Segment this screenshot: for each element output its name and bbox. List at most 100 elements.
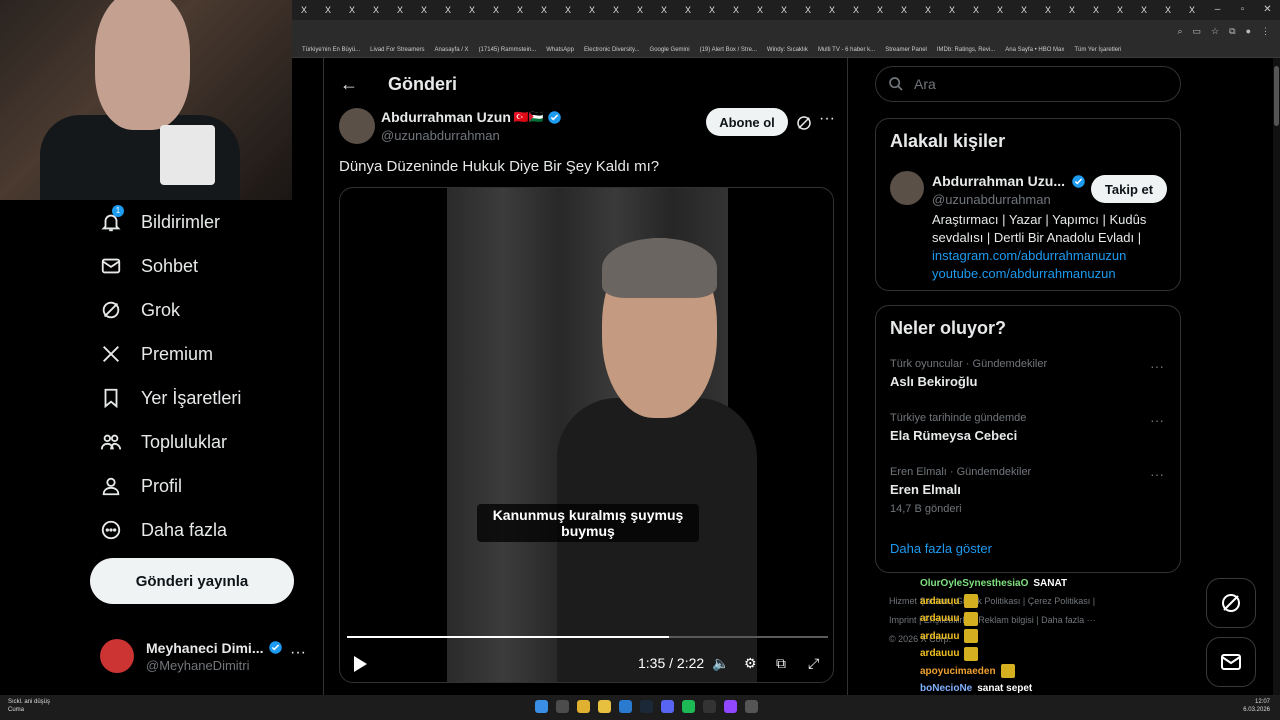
nav-communities[interactable]: Topluluklar: [90, 420, 310, 464]
bookmark-item[interactable]: Ana Sayfa • HBO Max: [1005, 47, 1064, 53]
app-icon[interactable]: [724, 700, 737, 713]
nav-notifications[interactable]: 1 Bildirimler: [90, 200, 310, 244]
footer-imprint[interactable]: Imprint: [889, 615, 917, 625]
bookmark-item[interactable]: Google Gemini: [650, 47, 690, 53]
bookmark-item[interactable]: (19) Alert Box / Stre...: [700, 47, 757, 53]
page-scrollbar[interactable]: [1273, 58, 1280, 695]
related-avatar[interactable]: [890, 171, 924, 205]
browser-tab[interactable]: X: [532, 0, 556, 20]
browser-tab[interactable]: X: [1180, 0, 1204, 20]
folder-icon[interactable]: [598, 700, 611, 713]
steam-icon[interactable]: [640, 700, 653, 713]
browser-tab[interactable]: X: [580, 0, 604, 20]
profile-icon[interactable]: ●: [1246, 26, 1251, 36]
browser-tab[interactable]: X: [436, 0, 460, 20]
browser-tab[interactable]: X: [1036, 0, 1060, 20]
start-icon[interactable]: [535, 700, 548, 713]
bookmark-item[interactable]: Windy: Sıcaklık: [767, 47, 808, 53]
pip-icon[interactable]: ⧉: [776, 655, 786, 672]
show-more-link[interactable]: Daha fazla göster: [890, 541, 992, 556]
close-icon[interactable]: ✕: [1255, 0, 1280, 20]
spotify-icon[interactable]: [682, 700, 695, 713]
zoom-icon[interactable]: ⌕: [1177, 26, 1182, 37]
account-more-icon[interactable]: ···: [290, 644, 306, 662]
browser-tab[interactable]: X: [316, 0, 340, 20]
nav-bookmarks[interactable]: Yer İşaretleri: [90, 376, 310, 420]
video-progress-bar[interactable]: [347, 636, 828, 638]
browser-tab[interactable]: X: [460, 0, 484, 20]
discord-icon[interactable]: [661, 700, 674, 713]
browser-tab[interactable]: X: [676, 0, 700, 20]
browser-tab[interactable]: X: [556, 0, 580, 20]
browser-tab[interactable]: X: [484, 0, 508, 20]
chrome-icon[interactable]: [577, 700, 590, 713]
author-handle[interactable]: @uzunabdurrahman: [381, 128, 500, 143]
trend-item[interactable]: Eren Elmalı · Gündemdekiler Eren Elmalı …: [890, 466, 1170, 515]
bookmark-star-icon[interactable]: ☆: [1211, 26, 1219, 37]
extensions-icon[interactable]: ⧉: [1229, 26, 1235, 37]
browser-tab[interactable]: X: [292, 0, 316, 20]
trend-more-icon[interactable]: ···: [1150, 412, 1164, 428]
minimize-icon[interactable]: –: [1205, 0, 1230, 20]
browser-tab[interactable]: X: [1060, 0, 1084, 20]
nav-premium[interactable]: Premium: [90, 332, 310, 376]
nav-profile[interactable]: Profil: [90, 464, 310, 508]
browser-tab[interactable]: X: [868, 0, 892, 20]
fullscreen-icon[interactable]: ⤢: [808, 655, 819, 672]
browser-tab[interactable]: X: [724, 0, 748, 20]
messages-fab-button[interactable]: [1206, 637, 1256, 687]
browser-tab[interactable]: X: [964, 0, 988, 20]
grok-fab-button[interactable]: [1206, 578, 1256, 628]
browser-tab[interactable]: X: [892, 0, 916, 20]
browser-tab[interactable]: X: [1108, 0, 1132, 20]
search-box[interactable]: Ara: [875, 66, 1181, 102]
bookmark-item[interactable]: Tüm Yer İşaretleri: [1074, 47, 1121, 53]
browser-tab[interactable]: X: [508, 0, 532, 20]
nav-more[interactable]: Daha fazla: [90, 508, 310, 552]
bookmark-item[interactable]: Livad For Streamers: [370, 47, 424, 53]
related-name[interactable]: Abdurrahman Uzu...: [932, 173, 1065, 189]
system-tray[interactable]: 12:07 6.03.2026: [1243, 698, 1270, 714]
browser-tab[interactable]: X: [940, 0, 964, 20]
browser-tab[interactable]: X: [796, 0, 820, 20]
browser-tab[interactable]: X: [700, 0, 724, 20]
settings-gear-icon[interactable]: ⚙: [744, 655, 757, 672]
browser-tab[interactable]: X: [772, 0, 796, 20]
browser-tab[interactable]: X: [1012, 0, 1036, 20]
trend-more-icon[interactable]: ···: [1150, 466, 1164, 482]
browser-tab[interactable]: X: [748, 0, 772, 20]
post-more-icon[interactable]: ···: [819, 110, 835, 128]
back-arrow-icon[interactable]: ←: [340, 74, 388, 95]
scrollbar-thumb[interactable]: [1274, 66, 1279, 126]
browser-tab[interactable]: X: [1132, 0, 1156, 20]
grok-explain-icon[interactable]: [795, 114, 813, 132]
search-input[interactable]: Ara: [914, 76, 936, 92]
account-switcher[interactable]: Meyhaneci Dimi... @MeyhaneDimitri ···: [100, 636, 310, 676]
bookmark-item[interactable]: Türkiye'nin En Büyü...: [302, 47, 360, 53]
app-icon[interactable]: [745, 700, 758, 713]
epic-icon[interactable]: [703, 700, 716, 713]
menu-icon[interactable]: ⋮: [1261, 26, 1270, 37]
browser-tab[interactable]: X: [388, 0, 412, 20]
related-link-youtube[interactable]: youtube.com/abdurrahmanuzun: [932, 266, 1116, 281]
browser-tab[interactable]: X: [916, 0, 940, 20]
browser-tab[interactable]: X: [340, 0, 364, 20]
nav-grok[interactable]: Grok: [90, 288, 310, 332]
browser-tab[interactable]: X: [844, 0, 868, 20]
app-icon[interactable]: [619, 700, 632, 713]
author-avatar[interactable]: [339, 108, 375, 144]
search-taskbar-icon[interactable]: [556, 700, 569, 713]
related-handle[interactable]: @uzunabdurrahman: [932, 192, 1051, 207]
bookmark-item[interactable]: Streamer Panel: [885, 47, 927, 53]
trend-item[interactable]: Türk oyuncular · Gündemdekiler Aslı Beki…: [890, 358, 1170, 389]
nav-chat[interactable]: Sohbet: [90, 244, 310, 288]
play-icon[interactable]: [352, 655, 368, 673]
subscribe-button[interactable]: Abone ol: [706, 108, 788, 136]
browser-tab[interactable]: X: [1156, 0, 1180, 20]
browser-tab[interactable]: X: [604, 0, 628, 20]
bookmark-item[interactable]: Anasayfa / X: [435, 47, 469, 53]
related-link-instagram[interactable]: instagram.com/abdurrahmanuzun: [932, 248, 1126, 263]
cast-icon[interactable]: ▭: [1193, 26, 1202, 37]
browser-tab[interactable]: X: [412, 0, 436, 20]
bookmark-item[interactable]: WhatsApp: [546, 47, 574, 53]
